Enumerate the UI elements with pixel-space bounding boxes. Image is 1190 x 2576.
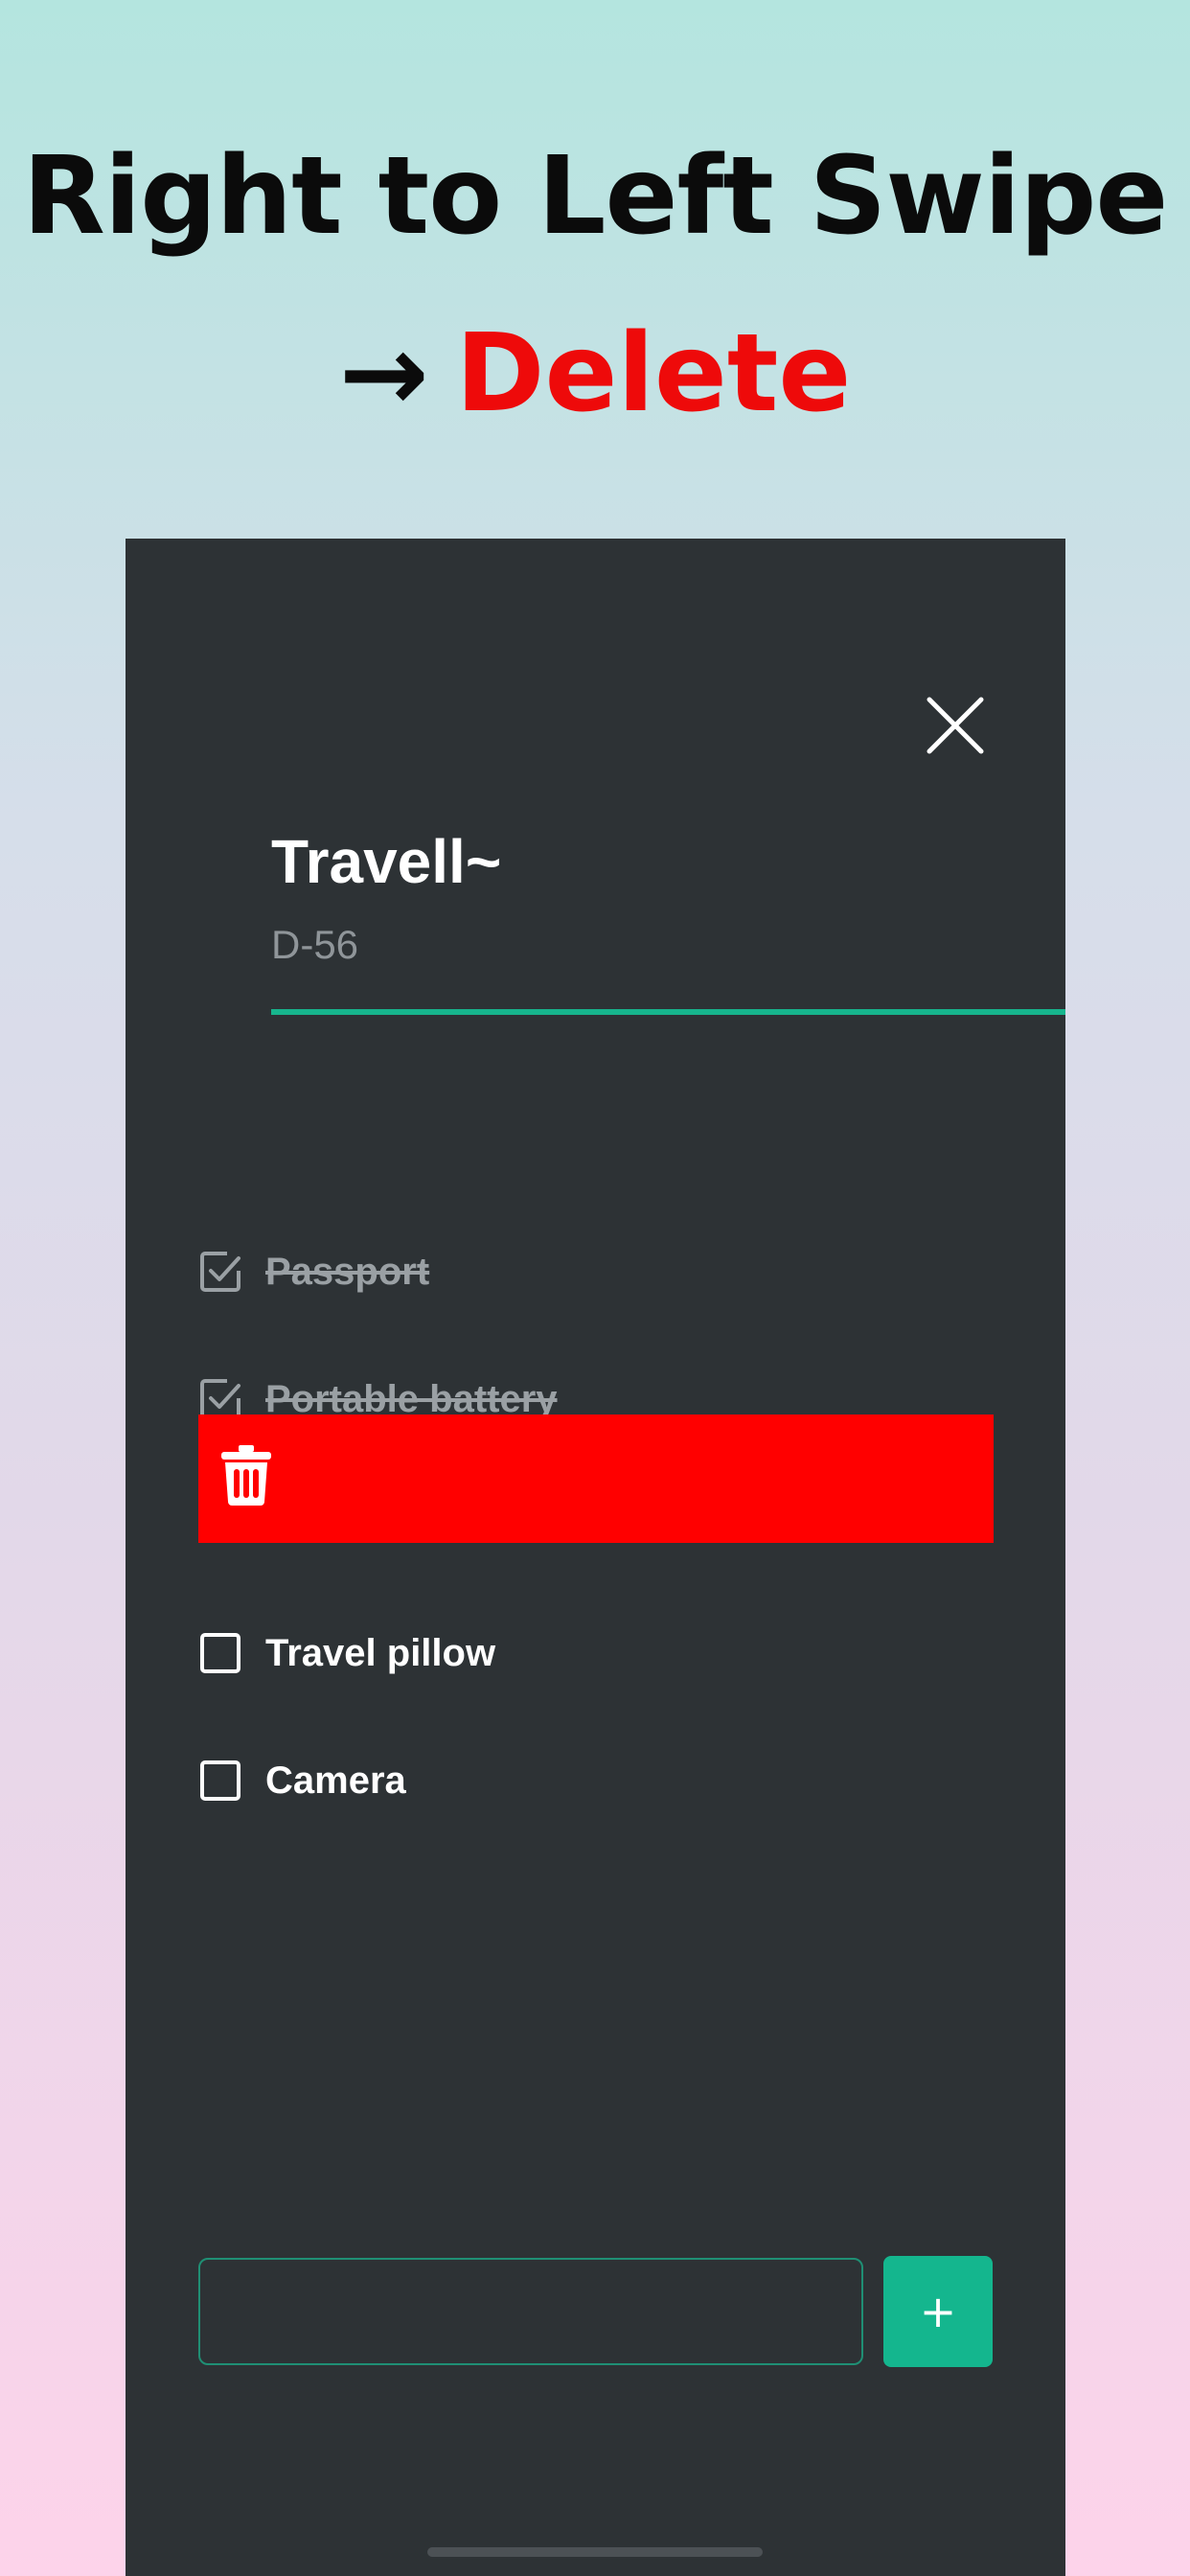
- app-screen: Travell~ D-56 Passport Portable battery: [126, 539, 1065, 2576]
- trash-icon: [221, 1445, 271, 1506]
- unchecked-checkbox-icon[interactable]: [198, 1759, 242, 1803]
- todo-item-label: Passport: [265, 1250, 430, 1293]
- new-item-input[interactable]: [198, 2258, 863, 2365]
- todo-item-camera[interactable]: Camera: [198, 1733, 994, 1828]
- unchecked-checkbox-icon[interactable]: [198, 1631, 242, 1675]
- todo-item-travel-pillow[interactable]: Travel pillow: [198, 1605, 994, 1701]
- promo-action-word: Delete: [455, 311, 852, 436]
- home-indicator: [427, 2547, 763, 2557]
- todo-item-label: Camera: [265, 1759, 406, 1802]
- promo-subheadline: → Delete: [0, 311, 1190, 436]
- todo-item-label: Travel pillow: [265, 1631, 496, 1674]
- close-icon: [927, 697, 984, 754]
- checked-checkbox-icon[interactable]: [198, 1250, 242, 1294]
- title-divider: [271, 1009, 1065, 1015]
- arrow-icon: →: [338, 311, 429, 436]
- list-title: Travell~: [271, 827, 502, 896]
- swipe-delete-action[interactable]: [198, 1414, 994, 1543]
- todo-item-passport[interactable]: Passport: [198, 1224, 994, 1320]
- close-button[interactable]: [922, 692, 989, 759]
- add-item-button[interactable]: +: [883, 2256, 993, 2367]
- promo-headline: Right to Left Swipe: [22, 134, 1169, 259]
- list-subtitle: D-56: [271, 922, 359, 967]
